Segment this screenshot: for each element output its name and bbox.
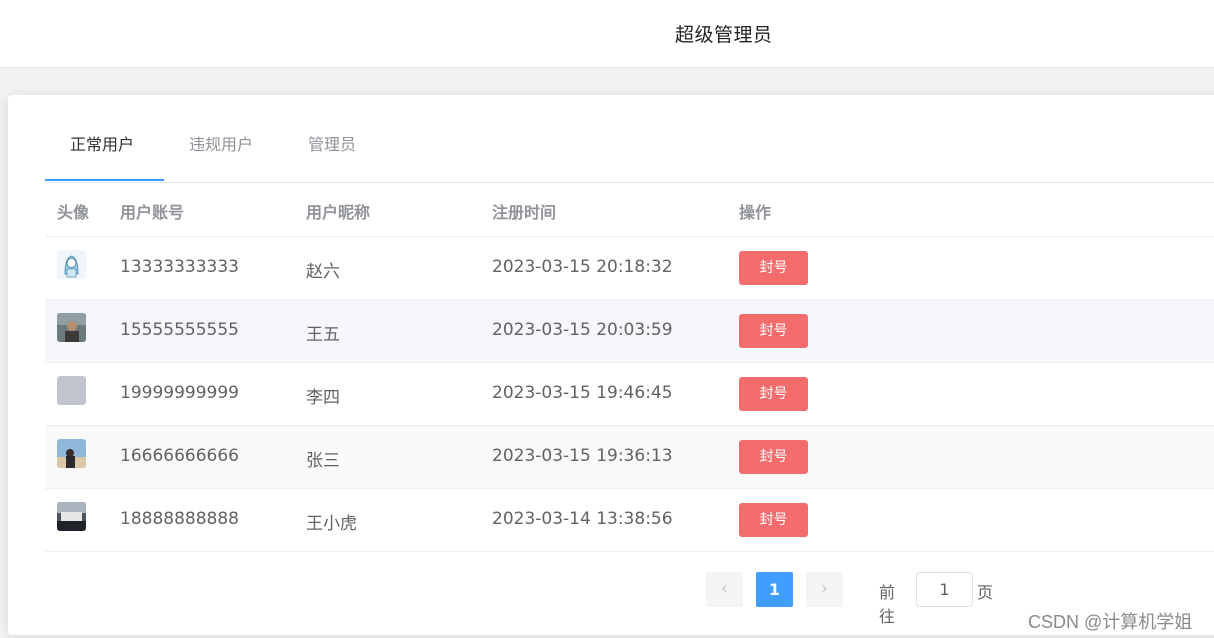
photo-avatar-icon — [57, 502, 86, 531]
ban-button[interactable]: 封号 — [739, 440, 808, 474]
nickname-cell: 李四 — [306, 388, 340, 408]
ban-button[interactable]: 封号 — [739, 377, 808, 411]
registered-cell: 2023-03-15 19:46:45 — [492, 383, 673, 403]
table-row[interactable]: 13333333333 赵六 2023-03-15 20:18:32 封号 — [45, 237, 1214, 300]
registered-cell: 2023-03-15 19:36:13 — [492, 446, 673, 466]
account-cell: 18888888888 — [120, 509, 239, 529]
user-tabs: 正常用户 违规用户 管理员 — [45, 95, 1214, 183]
chevron-right-icon: › — [820, 578, 829, 599]
column-header-registered: 注册时间 — [492, 203, 557, 222]
column-header-nickname: 用户昵称 — [306, 203, 371, 222]
tab-admins[interactable]: 管理员 — [308, 133, 356, 183]
goto-prefix-label: 前往 — [879, 583, 896, 626]
placeholder-avatar-icon — [57, 376, 86, 405]
prev-page-button[interactable]: ‹ — [706, 572, 743, 607]
account-cell: 16666666666 — [120, 446, 239, 466]
nickname-cell: 王小虎 — [306, 514, 357, 534]
watermark-text: CSDN @计算机学姐 — [1028, 612, 1193, 632]
registered-cell: 2023-03-14 13:38:56 — [492, 509, 673, 529]
active-tab-indicator — [45, 179, 164, 181]
top-header: 超级管理员 — [0, 0, 1214, 68]
page-number-current[interactable]: 1 — [756, 572, 793, 607]
next-page-button[interactable]: › — [806, 572, 843, 607]
photo-avatar-icon — [57, 313, 86, 342]
column-header-avatar: 头像 — [57, 203, 90, 222]
photo-avatar-icon — [57, 439, 86, 468]
ban-button[interactable]: 封号 — [739, 251, 808, 285]
chevron-left-icon: ‹ — [720, 578, 729, 599]
tab-normal-users[interactable]: 正常用户 — [70, 133, 134, 183]
table-row[interactable]: 15555555555 王五 2023-03-15 20:03:59 封号 — [45, 300, 1214, 363]
current-user-label[interactable]: 超级管理员 — [675, 20, 773, 47]
table-header: 头像 用户账号 用户昵称 注册时间 操作 — [45, 183, 1214, 237]
nickname-cell: 张三 — [306, 451, 340, 471]
account-cell: 19999999999 — [120, 383, 239, 403]
user-management-card: 正常用户 违规用户 管理员 头像 用户账号 用户昵称 注册时间 操作 13333… — [8, 95, 1214, 635]
registered-cell: 2023-03-15 20:03:59 — [492, 320, 673, 340]
account-cell: 13333333333 — [120, 257, 239, 277]
goto-suffix-label: 页 — [977, 583, 994, 602]
ban-button[interactable]: 封号 — [739, 314, 808, 348]
goto-page-input[interactable] — [916, 572, 973, 607]
registered-cell: 2023-03-15 20:18:32 — [492, 257, 673, 277]
table-row[interactable]: 19999999999 李四 2023-03-15 19:46:45 封号 — [45, 363, 1214, 426]
column-header-account: 用户账号 — [120, 203, 185, 222]
nickname-cell: 王五 — [306, 325, 340, 345]
table-row[interactable]: 18888888888 王小虎 2023-03-14 13:38:56 封号 — [45, 489, 1214, 552]
table-row[interactable]: 16666666666 张三 2023-03-15 19:36:13 封号 — [45, 426, 1214, 489]
user-table: 头像 用户账号 用户昵称 注册时间 操作 13333333333 赵六 2023… — [45, 183, 1214, 552]
ban-button[interactable]: 封号 — [739, 503, 808, 537]
tab-banned-users[interactable]: 违规用户 — [189, 133, 253, 183]
column-header-actions: 操作 — [739, 203, 772, 222]
nickname-cell: 赵六 — [306, 262, 340, 282]
account-cell: 15555555555 — [120, 320, 239, 340]
anime-girl-avatar-icon — [57, 250, 86, 279]
